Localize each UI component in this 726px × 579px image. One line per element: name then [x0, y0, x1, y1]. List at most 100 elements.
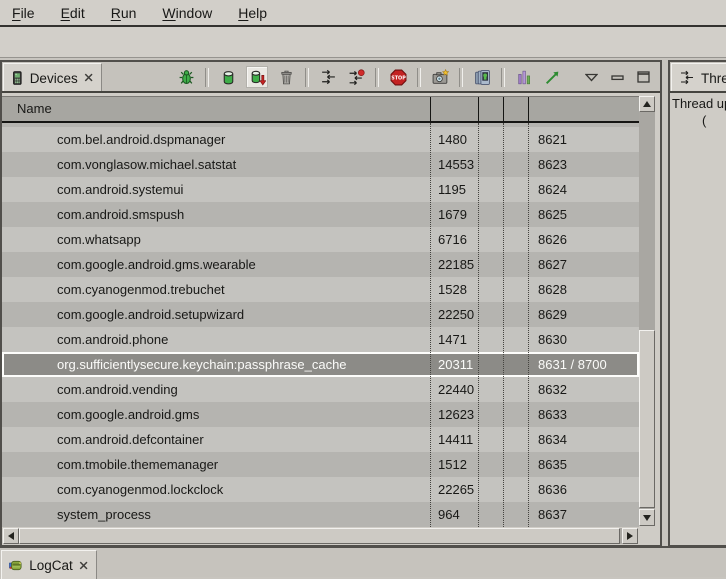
menu-file[interactable]: File: [2, 3, 45, 23]
process-name: com.google.android.setupwizard: [2, 302, 430, 327]
table-row[interactable]: com.vonglasow.michael.satstat 14553 8623: [2, 152, 639, 177]
table-row[interactable]: com.whatsapp 6716 8626: [2, 227, 639, 252]
devices-view: Devices: [0, 60, 662, 547]
column-divider[interactable]: [478, 97, 479, 121]
screen-capture-button[interactable]: [430, 67, 450, 87]
threads-view: Threads Thread up (: [668, 60, 726, 547]
scroll-down-button[interactable]: [639, 509, 655, 526]
process-pid: 14553: [430, 152, 478, 177]
scroll-right-button[interactable]: [622, 528, 638, 544]
table-row[interactable]: com.google.android.gms.wearable 22185 86…: [2, 252, 639, 277]
process-pid: 6716: [430, 227, 478, 252]
table-row[interactable]: com.android.phone 1471 8630: [2, 327, 639, 352]
opengl-trace-button[interactable]: [514, 67, 534, 87]
process-port: 8631 / 8700: [528, 352, 639, 377]
process-pid: 20311: [430, 352, 478, 377]
process-name: com.google.android.gms.wearable: [2, 252, 430, 277]
device-frames-icon: [474, 69, 491, 86]
table-row[interactable]: com.bel.android.dspmanager 1480 8621: [2, 127, 639, 152]
tab-devices-label: Devices: [30, 70, 78, 86]
debug-process-button[interactable]: [176, 67, 196, 87]
tab-devices[interactable]: Devices: [3, 63, 102, 91]
process-pid: 22250: [430, 302, 478, 327]
process-heap-cell: [478, 277, 503, 302]
menu-window[interactable]: Window: [152, 3, 222, 23]
process-thread-cell: [503, 302, 528, 327]
camera-icon: [432, 69, 449, 86]
scroll-up-button[interactable]: [639, 96, 655, 112]
process-name: org.sufficientlysecure.keychain:passphra…: [2, 352, 430, 377]
table-row[interactable]: com.android.smspush 1679 8625: [2, 202, 639, 227]
method-profiling-button[interactable]: [346, 67, 366, 87]
horizontal-scrollbar[interactable]: [3, 528, 638, 544]
table-row[interactable]: org.sufficientlysecure.keychain:passphra…: [2, 352, 639, 377]
menu-edit[interactable]: Edit: [51, 3, 95, 23]
menu-run[interactable]: Run: [101, 3, 147, 23]
process-thread-cell: [503, 352, 528, 377]
minimize-button[interactable]: [607, 67, 627, 87]
process-pid: 12623: [430, 402, 478, 427]
column-divider[interactable]: [430, 97, 431, 121]
process-port: 8634: [528, 427, 639, 452]
table-row[interactable]: com.android.systemui 1195 8624: [2, 177, 639, 202]
process-heap-cell: [478, 302, 503, 327]
maximize-button[interactable]: [633, 67, 653, 87]
toolbar-separator: [305, 68, 309, 87]
table-row[interactable]: com.android.vending 22440 8632: [2, 377, 639, 402]
table-row[interactable]: com.cyanogenmod.trebuchet 1528 8628: [2, 277, 639, 302]
sysinfo-button[interactable]: [542, 67, 562, 87]
ddms-window: File Edit Run Window Help Devices: [0, 0, 726, 577]
process-name: com.android.phone: [2, 327, 430, 352]
table-row[interactable]: com.android.defcontainer 14411 8634: [2, 427, 639, 452]
update-heap-button[interactable]: [218, 67, 238, 87]
table-row[interactable]: com.cyanogenmod.lockclock 22265 8636: [2, 477, 639, 502]
column-gridline: [528, 123, 529, 527]
tab-threads[interactable]: Threads: [671, 63, 726, 91]
threads-icon: [679, 70, 695, 86]
profiling-icon: [348, 69, 365, 86]
table-row[interactable]: com.google.android.setupwizard 22250 862…: [2, 302, 639, 327]
process-name: com.android.smspush: [2, 202, 430, 227]
trash-icon: [278, 69, 295, 86]
table-row[interactable]: com.tmobile.thememanager 1512 8635: [2, 452, 639, 477]
process-port: 8624: [528, 177, 639, 202]
close-icon[interactable]: [79, 560, 88, 571]
vertical-scrollbar-thumb[interactable]: [639, 330, 655, 508]
dump-hprof-button[interactable]: [246, 66, 268, 88]
process-pid: 1480: [430, 127, 478, 152]
view-menu-button[interactable]: [581, 67, 601, 87]
dropdown-triangle-icon: [585, 73, 598, 82]
process-port: 8628: [528, 277, 639, 302]
menu-help[interactable]: Help: [228, 3, 277, 23]
column-header-name[interactable]: Name: [2, 101, 52, 116]
process-thread-cell: [503, 427, 528, 452]
capture-device-view-button[interactable]: [472, 67, 492, 87]
close-icon[interactable]: [84, 72, 93, 83]
left-arrow-icon: [8, 532, 14, 540]
update-threads-button[interactable]: [318, 67, 338, 87]
tab-logcat[interactable]: LogCat: [1, 550, 97, 579]
right-arrow-icon: [627, 532, 633, 540]
process-thread-cell: [503, 502, 528, 527]
table-row[interactable]: system_process 964 8637: [2, 502, 639, 527]
scroll-left-button[interactable]: [3, 528, 19, 544]
vertical-scrollbar[interactable]: [639, 96, 655, 526]
toolbar-separator: [375, 68, 379, 87]
process-pid: 22185: [430, 252, 478, 277]
column-divider[interactable]: [503, 97, 504, 121]
table-row[interactable]: com.google.android.gms 12623 8633: [2, 402, 639, 427]
cause-gc-button[interactable]: [276, 67, 296, 87]
stop-process-button[interactable]: STOP: [388, 67, 408, 87]
process-pid: 22265: [430, 477, 478, 502]
horizontal-scrollbar-thumb[interactable]: [19, 528, 620, 544]
process-port: 8629: [528, 302, 639, 327]
column-divider[interactable]: [528, 97, 529, 121]
process-port: 8626: [528, 227, 639, 252]
process-name: com.bel.android.dspmanager: [2, 127, 430, 152]
table-header[interactable]: Name: [2, 96, 639, 123]
main-toolbar-strip: [0, 27, 726, 58]
process-heap-cell: [478, 127, 503, 152]
process-heap-cell: [478, 152, 503, 177]
process-pid: 14411: [430, 427, 478, 452]
svg-text:STOP: STOP: [391, 75, 406, 81]
